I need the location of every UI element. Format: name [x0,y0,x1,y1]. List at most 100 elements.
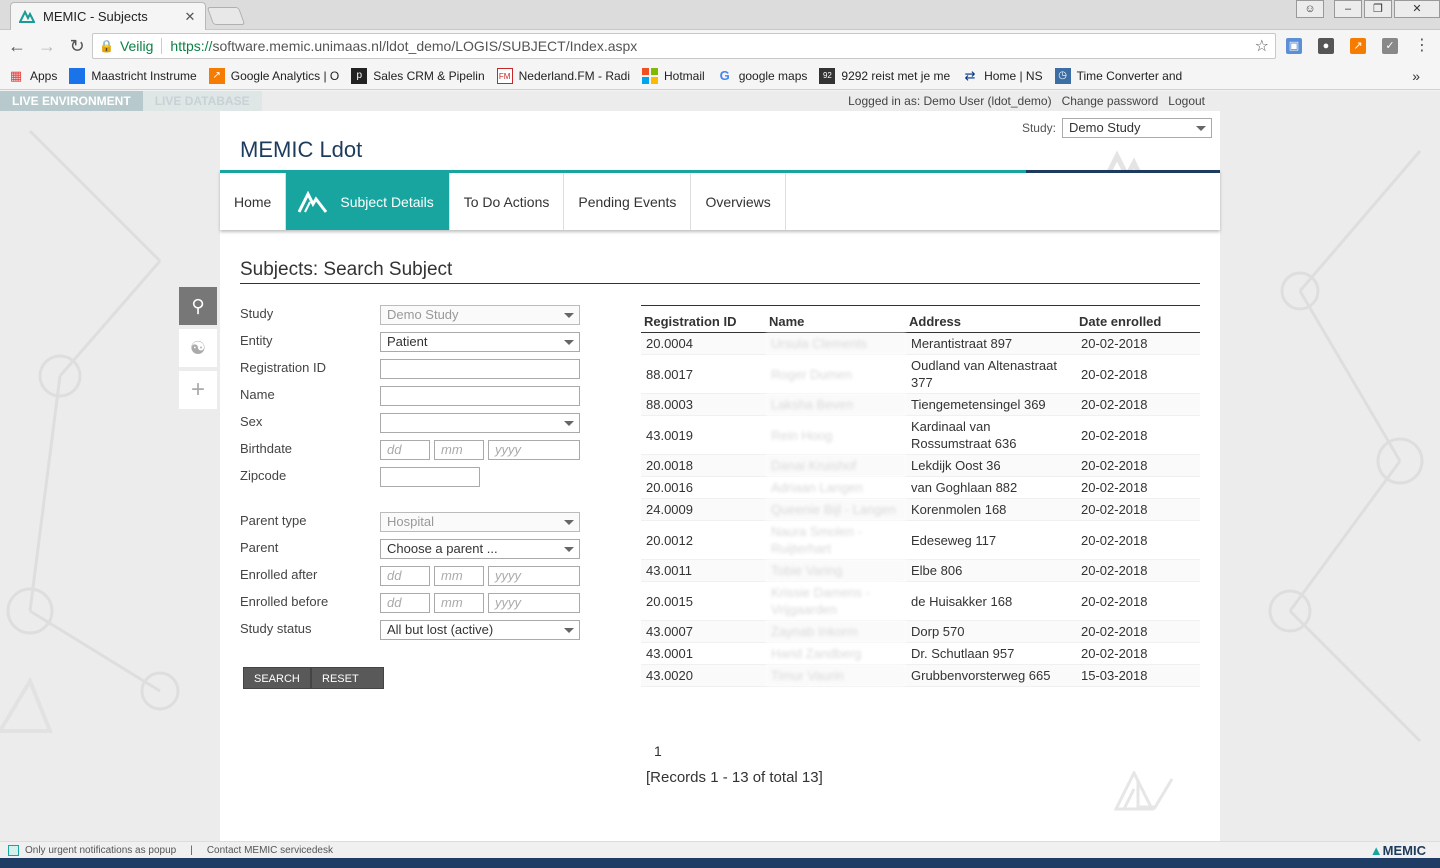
nav-home[interactable]: Home [220,173,287,230]
search-button[interactable]: SEARCH [243,667,311,689]
contact-servicedesk-link[interactable]: Contact MEMIC servicedesk [207,845,333,856]
chevron-down-icon [564,628,574,633]
bookmark-9292[interactable]: 92 9292 reist met je me [819,67,950,84]
back-icon[interactable]: ← [4,33,30,59]
new-tab-button[interactable] [206,7,246,25]
column-header-name[interactable]: Name [766,305,906,333]
chevron-down-icon [564,421,574,426]
study-status-select[interactable]: All but lost (active) [380,620,580,640]
add-subject-tool[interactable]: + [179,371,217,409]
browser-tab-bar: MEMIC - Subjects ✕ ☺ – ❐ ✕ [0,0,1440,30]
window-close-button[interactable]: ✕ [1394,0,1440,18]
parent-type-select[interactable]: Hospital [380,512,580,532]
view-subject-tool[interactable]: ☯ [179,329,217,367]
bookmark-label: Apps [30,68,58,83]
bookmark-maastricht[interactable]: Maastricht Instrume [69,67,197,84]
chrome-menu-icon[interactable]: ⋮ [1414,38,1430,54]
cell-registration-id: 20.0016 [641,476,766,499]
name-input[interactable] [380,386,580,406]
column-header-date-enrolled[interactable]: Date enrolled [1076,305,1200,333]
bookmark-star-icon[interactable]: ☆ [1255,36,1269,56]
table-row[interactable]: 43.0019 Rein Hoog Kardinaal van Rossumstra… [641,415,1200,455]
pipedrive-icon: p [351,67,368,84]
table-row[interactable]: 20.0015 Krissie Damens - Vrijgaarden de Hu… [641,581,1200,621]
nav-todo-actions[interactable]: To Do Actions [450,173,565,230]
table-row[interactable]: 20.0016 Adriaan Langen van Goghlaan 882 20-… [641,476,1200,499]
bookmark-label: Home | NS [984,68,1043,83]
bookmark-nederland-fm[interactable]: FM Nederland.FM - Radi [496,67,630,84]
reload-icon[interactable]: ↻ [64,33,90,59]
change-password-link[interactable]: Change password [1062,94,1159,108]
bookmarks-more-icon[interactable]: » [1412,68,1420,84]
nav-pending-events[interactable]: Pending Events [564,173,692,230]
study-selector-label: Study: [1021,121,1056,135]
maximize-button[interactable]: ❐ [1364,0,1392,18]
table-row[interactable]: 20.0004 Ursula Clements Merantistraat 897 2… [641,332,1200,355]
notify-checkbox[interactable] [8,844,19,856]
enrolled-after-year-input[interactable]: yyyy [488,566,580,586]
cell-date-enrolled: 20-02-2018 [1076,454,1200,477]
browser-tab[interactable]: MEMIC - Subjects ✕ [10,2,206,30]
nav-overviews[interactable]: Overviews [691,173,786,230]
profile-icon[interactable]: ☺ [1296,0,1324,18]
pagination-page-1[interactable]: 1 [654,743,662,759]
nav-subject-details[interactable]: Subject Details [286,173,450,230]
study-label: Study [240,306,274,321]
forward-icon[interactable]: → [34,33,60,59]
table-row[interactable]: 43.0020 Timur Vaurin Grubbenvorsterweg 665… [641,664,1200,687]
table-row[interactable]: 43.0011 Tobie Varing Elbe 806 20-02-2018 [641,559,1200,582]
zipcode-input[interactable] [380,467,480,487]
study-selector[interactable]: Demo Study [1062,118,1212,138]
bookmark-analytics[interactable]: ↗ Google Analytics | O [208,67,339,84]
cell-address: Tiengemetensingel 369 [906,393,1076,416]
bookmark-hotmail[interactable]: Hotmail [642,67,705,84]
bookmark-label: Hotmail [664,68,705,83]
search-subject-tool[interactable]: ⚲ [179,287,217,325]
enrolled-after-month-input[interactable]: mm [434,566,484,586]
parent-select[interactable]: Choose a parent ... [380,539,580,559]
registration-id-label: Registration ID [240,360,326,375]
table-row[interactable]: 20.0012 Naura Smolen - Ruijterhart Edesewe… [641,520,1200,560]
sex-select[interactable] [380,413,580,433]
birthdate-month-input[interactable]: mm [434,440,484,460]
url-text: https://software.memic.unimaas.nl/ldot_d… [170,38,637,54]
enrolled-before-month-input[interactable]: mm [434,593,484,613]
app-title: MEMIC Ldot [240,137,363,162]
logout-link[interactable]: Logout [1168,94,1205,108]
enrolled-before-day-input[interactable]: dd [380,593,430,613]
extension-analytics-icon[interactable]: ↗ [1350,38,1366,54]
table-row[interactable]: 20.0018 Danai Kruishof Lekdijk Oost 36 20-0… [641,454,1200,477]
apps-grid-icon: ▦ [9,67,23,83]
extension-cast-icon[interactable]: ▣ [1286,38,1302,54]
cell-registration-id: 43.0001 [641,642,766,665]
cell-name: Tobie Varing [766,559,906,582]
cell-name: Ursula Clements [766,332,906,355]
table-row[interactable]: 43.0001 Harid Zandberg Dr. Schutlaan 957 20… [641,642,1200,665]
bookmark-apps[interactable]: ▦ Apps [8,67,58,84]
enrolled-after-day-input[interactable]: dd [380,566,430,586]
bookmark-time-converter[interactable]: ◷ Time Converter and [1054,67,1182,84]
address-bar[interactable]: 🔒 Veilig https://software.memic.unimaas.… [92,33,1276,59]
table-row[interactable]: 24.0009 Queenie Bijl - Langen Korenmolen 1… [641,498,1200,521]
column-header-registration-id[interactable]: Registration ID [641,305,766,333]
entity-select[interactable]: Patient [380,332,580,352]
table-row[interactable]: 88.0003 Laksha Beven Tiengemetensingel 369… [641,393,1200,416]
extension-evernote-icon[interactable]: ● [1318,38,1334,54]
enrolled-before-year-input[interactable]: yyyy [488,593,580,613]
cell-name: Rein Hoog [766,415,906,455]
table-row[interactable]: 88.0017 Roger Dumen Oudland van Altenastra… [641,354,1200,394]
extension-pocket-icon[interactable]: ✓ [1382,38,1398,54]
tab-close-icon[interactable]: ✕ [183,9,197,25]
bookmark-ns[interactable]: ⇄ Home | NS [962,68,1043,84]
birthdate-year-input[interactable]: yyyy [488,440,580,460]
registration-id-input[interactable] [380,359,580,379]
table-row[interactable]: 43.0007 Zaynab Inkorm Dorp 570 20-02-2018 [641,620,1200,643]
minimize-button[interactable]: – [1334,0,1362,18]
bookmark-pipedrive[interactable]: p Sales CRM & Pipelin [351,67,485,84]
study-select[interactable]: Demo Study [380,305,580,325]
reset-search-button[interactable]: RESET SEARCH CRITERIA [311,667,385,729]
notify-label: Only urgent notifications as popup [25,844,177,856]
column-header-address[interactable]: Address [906,305,1076,333]
bookmark-google-maps[interactable]: Ggoogle maps [717,68,808,84]
birthdate-day-input[interactable]: dd [380,440,430,460]
